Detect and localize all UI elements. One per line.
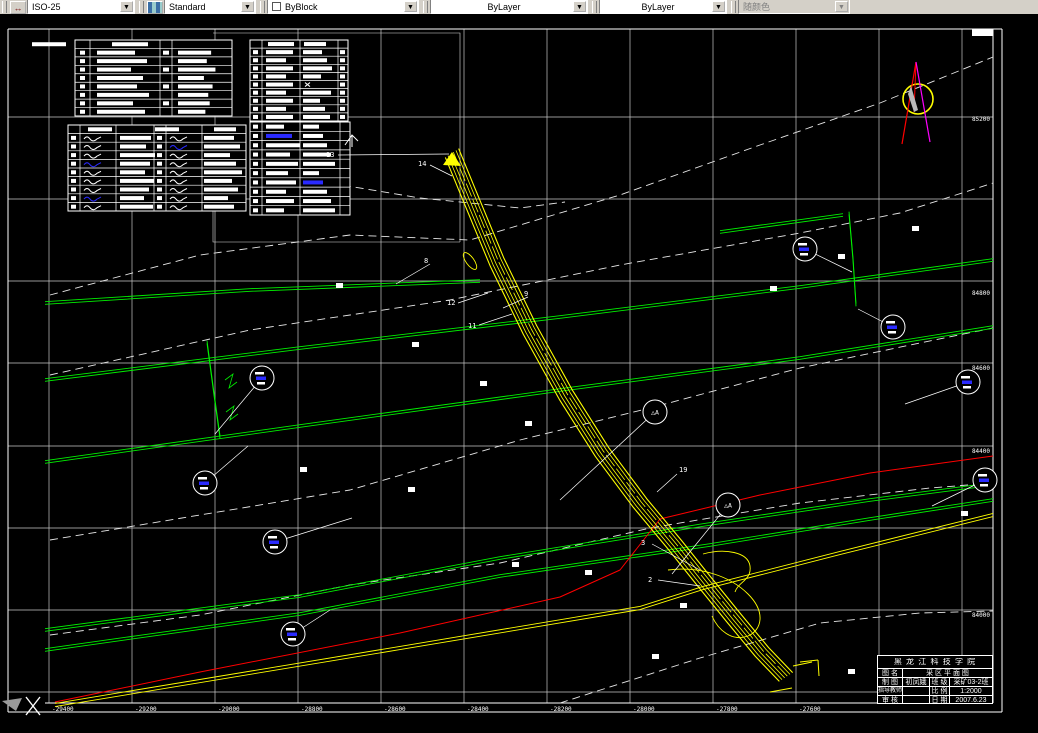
north-arrow — [901, 61, 934, 145]
drawing-name-label: 图 名 — [882, 669, 898, 677]
svg-text:-28800: -28800 — [301, 706, 323, 713]
legend-table-d — [249, 121, 351, 216]
checker-label: 审 核 — [882, 696, 898, 704]
advisor-name — [902, 687, 929, 695]
svg-text:8: 8 — [424, 257, 428, 265]
text-style-combo[interactable]: Standard ▼ — [164, 0, 256, 14]
svg-text:13: 13 — [326, 151, 334, 159]
institution-name: 黑 龙 江 科 技 学 院 — [893, 658, 977, 666]
borehole-symbols: △A △A — [192, 236, 998, 647]
svg-text:84800: 84800 — [972, 290, 990, 297]
svg-text:84400: 84400 — [972, 448, 990, 455]
text-style-icon[interactable] — [147, 1, 163, 14]
svg-text:3: 3 — [641, 539, 645, 547]
drafter-label: 制 图 — [882, 678, 898, 686]
svg-text:9: 9 — [524, 290, 528, 298]
drawing-name: 采 区 平 面 图 — [902, 669, 992, 677]
dim-style-combo[interactable]: ISO-25 ▼ — [27, 0, 135, 14]
advisor-label: 指导教师 — [878, 688, 902, 694]
svg-text:-29000: -29000 — [218, 706, 240, 713]
chevron-down-icon[interactable]: ▼ — [120, 1, 133, 12]
lineweight-control-combo[interactable]: ByLayer ▼ — [599, 0, 727, 14]
title-block: 黑 龙 江 科 技 学 院 图 名 采 区 平 面 图 制 图 初凤娥 班 级 … — [877, 655, 993, 704]
green-boundary-lines — [44, 211, 994, 652]
dim-style-icon[interactable]: ↔ — [10, 1, 26, 14]
toolbar: ↔ ISO-25 ▼ Standard ▼ ByBlock ▼ ByLayer … — [0, 0, 1038, 15]
svg-text:-28200: -28200 — [550, 706, 572, 713]
drafter-name: 初凤娥 — [902, 678, 929, 686]
red-line — [54, 455, 994, 703]
svg-text:19: 19 — [679, 466, 687, 474]
cad-viewport[interactable]: △A △A 13 14 12 11 8 9 19 3 2 85200 84800 84600 84400 84… — [0, 14, 1038, 733]
date-value: 2007.6.23 — [949, 696, 992, 704]
chevron-down-icon[interactable]: ▼ — [404, 1, 417, 12]
svg-text:14: 14 — [418, 160, 426, 168]
text-style-value: Standard — [169, 1, 206, 12]
legend-table-c — [67, 124, 247, 212]
svg-text:△A: △A — [724, 502, 732, 510]
model-space[interactable]: △A △A 13 14 12 11 8 9 19 3 2 85200 84800 84600 84400 84… — [0, 14, 1038, 733]
plot-style-control-value: 随颜色 — [743, 2, 771, 12]
toolbar-grip[interactable] — [260, 1, 265, 13]
plot-style-control-combo: 随颜色 ▼ — [738, 0, 850, 14]
svg-text:12: 12 — [447, 299, 455, 307]
toolbar-grip[interactable] — [731, 1, 736, 13]
legend-table-b — [249, 39, 349, 122]
date-label: 日 期 — [929, 696, 949, 704]
svg-text:-28400: -28400 — [467, 706, 489, 713]
chevron-down-icon[interactable]: ▼ — [712, 1, 725, 12]
svg-text:11: 11 — [468, 322, 476, 330]
toolbar-grip[interactable] — [423, 1, 428, 13]
svg-text:-28000: -28000 — [633, 706, 655, 713]
svg-text:-29200: -29200 — [135, 706, 157, 713]
svg-text:-27800: -27800 — [716, 706, 738, 713]
chevron-down-icon: ▼ — [835, 1, 848, 12]
toolbar-grip[interactable] — [139, 1, 144, 13]
legend-table-a — [32, 39, 233, 117]
svg-text:84600: 84600 — [972, 365, 990, 372]
svg-text:△A: △A — [651, 409, 659, 417]
svg-text:-29400: -29400 — [52, 706, 74, 713]
color-control-value: ByBlock — [285, 1, 318, 12]
lineweight-control-value: ByLayer — [641, 1, 675, 12]
linetype-control-combo[interactable]: ByLayer ▼ — [430, 0, 588, 14]
color-swatch-icon — [272, 2, 281, 11]
checker-name — [902, 696, 929, 704]
svg-text:2: 2 — [648, 576, 652, 584]
svg-text:-28600: -28600 — [384, 706, 406, 713]
svg-text:84000: 84000 — [972, 612, 990, 619]
class-label: 班 级 — [929, 678, 949, 686]
toolbar-grip[interactable] — [2, 1, 7, 13]
svg-text:-27600: -27600 — [799, 706, 821, 713]
scale-value: 1:2000 — [949, 687, 992, 695]
chevron-down-icon[interactable]: ▼ — [241, 1, 254, 12]
dim-style-value: ISO-25 — [32, 1, 61, 12]
toolbar-grip[interactable] — [592, 1, 597, 13]
linetype-control-value: ByLayer — [487, 1, 521, 12]
scale-label: 比 例 — [929, 687, 949, 695]
class-name: 采矿03-2班 — [949, 678, 992, 686]
chevron-down-icon[interactable]: ▼ — [573, 1, 586, 12]
svg-text:85200: 85200 — [972, 116, 990, 123]
color-control-combo[interactable]: ByBlock ▼ — [267, 0, 419, 14]
